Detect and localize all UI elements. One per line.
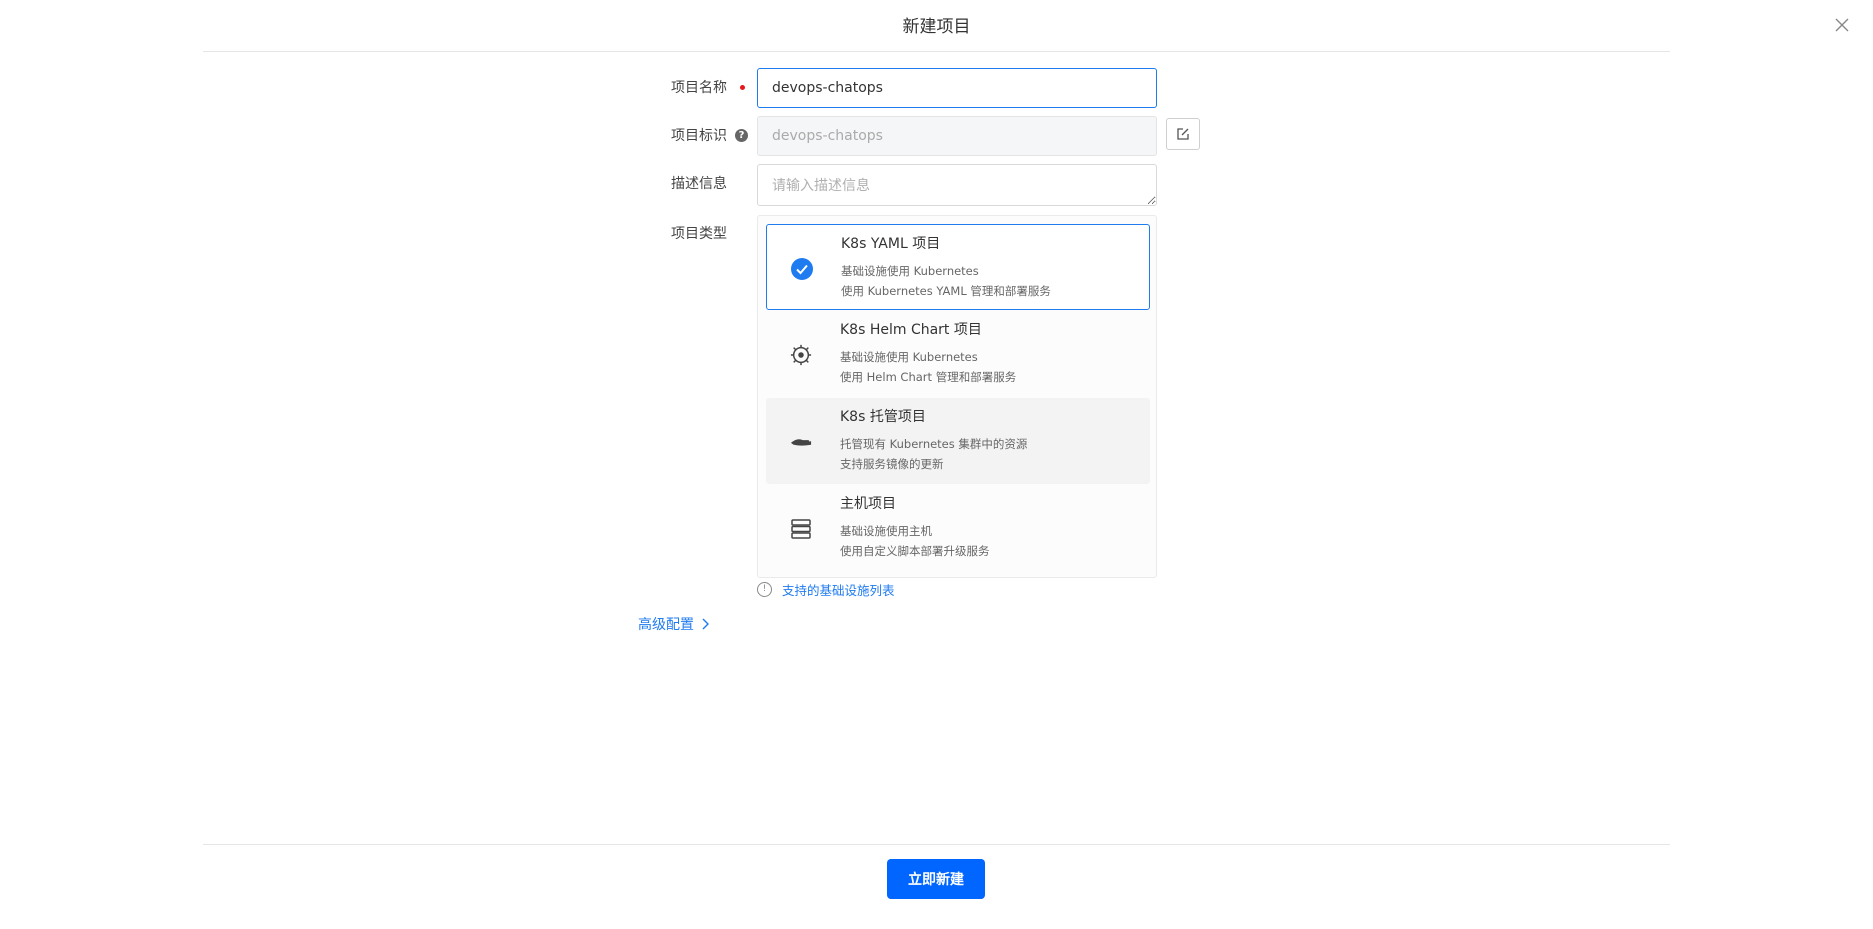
option-desc-line1: 基础设施使用 Kubernetes [841, 264, 979, 278]
edit-icon [1177, 128, 1189, 140]
option-desc-line2: 支持服务镜像的更新 [840, 457, 944, 471]
project-type-option-host[interactable]: 主机项目 基础设施使用主机 使用自定义脚本部署升级服务 [766, 485, 1150, 571]
close-icon[interactable] [1833, 18, 1851, 36]
option-title: K8s 托管项目 [840, 409, 926, 425]
option-desc-line2: 使用 Kubernetes YAML 管理和部署服务 [841, 284, 1051, 298]
identifier-label: 项目标识 [671, 128, 727, 144]
option-title: 主机项目 [840, 496, 896, 512]
project-type-option-helm[interactable]: K8s Helm Chart 项目 基础设施使用 Kubernetes 使用 H… [766, 311, 1150, 397]
description-textarea[interactable] [757, 164, 1157, 206]
project-type-label: 项目类型 [671, 226, 727, 242]
question-circle-icon[interactable]: ? [735, 129, 748, 142]
chevron-right-icon [702, 618, 709, 630]
project-type-panel: K8s YAML 项目 基础设施使用 Kubernetes 使用 Kuberne… [757, 215, 1157, 578]
project-type-option-k8s-hosted[interactable]: K8s 托管项目 托管现有 Kubernetes 集群中的资源 支持服务镜像的更… [766, 398, 1150, 484]
infra-support-row: ! 支持的基础设施列表 [757, 580, 895, 598]
project-type-option-k8s-yaml[interactable]: K8s YAML 项目 基础设施使用 Kubernetes 使用 Kuberne… [766, 224, 1150, 310]
edit-identifier-button[interactable] [1166, 118, 1200, 150]
advanced-config-label: 高级配置 [638, 617, 694, 633]
create-now-button[interactable]: 立即新建 [887, 859, 985, 899]
dialog-title: 新建项目 [902, 17, 971, 37]
info-icon: ! [757, 581, 772, 597]
option-title: K8s YAML 项目 [841, 236, 941, 252]
option-desc-line2: 使用自定义脚本部署升级服务 [840, 544, 990, 558]
infra-support-link[interactable]: 支持的基础设施列表 [782, 580, 895, 599]
required-indicator [740, 85, 745, 90]
description-label: 描述信息 [671, 176, 727, 192]
project-identifier-input[interactable] [757, 116, 1157, 156]
server-icon [791, 519, 811, 539]
option-title: K8s Helm Chart 项目 [840, 322, 982, 338]
option-desc-line1: 基础设施使用 Kubernetes [840, 350, 978, 364]
header-divider [203, 51, 1670, 52]
advanced-config-toggle[interactable]: 高级配置 [638, 614, 710, 634]
helm-icon [790, 344, 812, 366]
hand-icon [790, 439, 812, 446]
option-desc-line1: 基础设施使用主机 [840, 524, 932, 538]
project-name-input[interactable] [757, 68, 1157, 108]
check-circle-icon [791, 258, 813, 280]
footer-divider [203, 844, 1670, 845]
option-desc-line1: 托管现有 Kubernetes 集群中的资源 [840, 437, 1028, 451]
name-label: 项目名称 [671, 80, 727, 96]
option-desc-line2: 使用 Helm Chart 管理和部署服务 [840, 370, 1017, 384]
